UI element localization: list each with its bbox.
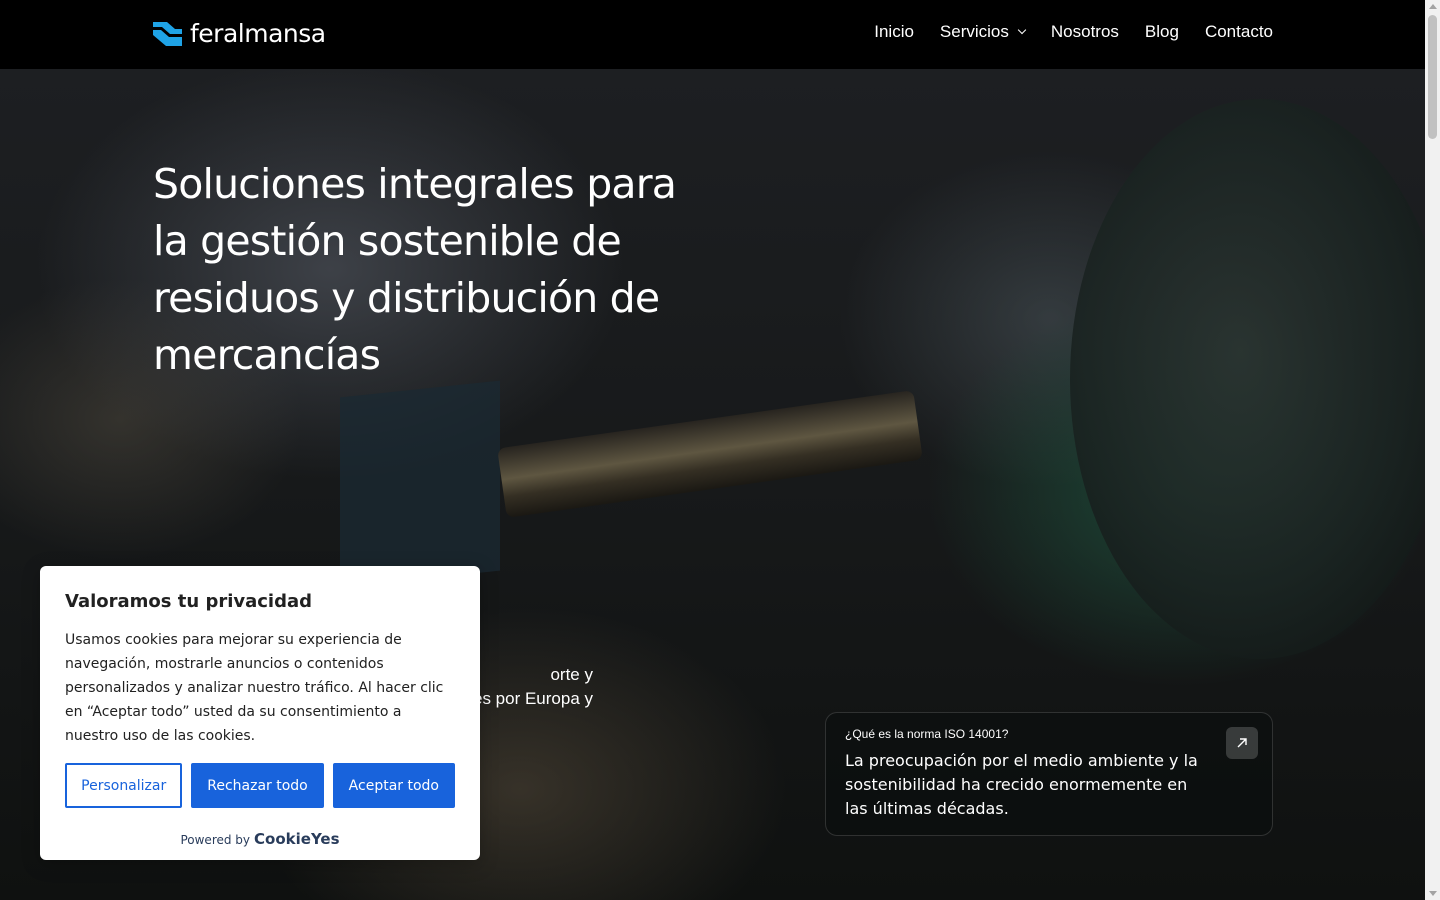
- page-scrollbar[interactable]: [1425, 0, 1440, 900]
- chevron-down-icon: [1017, 25, 1027, 35]
- info-card-kicker: ¿Qué es la norma ISO 14001?: [845, 727, 1009, 741]
- arrow-up-right-icon[interactable]: [1226, 727, 1258, 759]
- nav-item-blog[interactable]: Blog: [1145, 22, 1179, 42]
- nav-item-servicios[interactable]: Servicios: [939, 22, 1027, 42]
- customize-button[interactable]: Personalizar: [65, 763, 183, 808]
- scroll-down-icon[interactable]: [1429, 891, 1437, 896]
- accept-all-button[interactable]: Aceptar todo: [332, 763, 455, 808]
- hero-headline: Soluciones integrales para la gestión so…: [153, 160, 677, 379]
- scrollbar-thumb[interactable]: [1428, 15, 1437, 139]
- cookie-title: Valoramos tu privacidad: [65, 591, 313, 612]
- powered-by-label: Powered by: [180, 833, 251, 847]
- nav-item-nosotros[interactable]: Nosotros: [1051, 22, 1119, 42]
- nav-item-inicio[interactable]: Inicio: [874, 22, 914, 42]
- logo-mark-icon: [153, 22, 182, 46]
- logo-text: feralmansa: [190, 19, 326, 48]
- powered-by: Powered by CookieYes: [65, 830, 455, 848]
- cookie-description: Usamos cookies para mejorar su experienc…: [65, 632, 444, 744]
- iso-info-card[interactable]: ¿Qué es la norma ISO 14001? La preocupac…: [825, 712, 1273, 836]
- hero-image-shaft: [497, 390, 923, 518]
- reject-all-button[interactable]: Rechazar todo: [191, 763, 324, 808]
- site-header: feralmansa Inicio Servicios Nosotros Blo…: [0, 0, 1425, 69]
- cookieyes-logo[interactable]: CookieYes: [254, 830, 340, 848]
- main-nav: Inicio Servicios Nosotros Blog Contacto: [874, 22, 1273, 42]
- site-logo[interactable]: feralmansa: [153, 21, 326, 47]
- nav-item-contacto[interactable]: Contacto: [1205, 22, 1273, 42]
- hero-image-wheel: [1070, 99, 1425, 659]
- cookie-consent-banner: Valoramos tu privacidad Usamos cookies p…: [40, 566, 480, 860]
- cookie-actions: Personalizar Rechazar todo Aceptar todo: [65, 763, 455, 808]
- scroll-up-icon[interactable]: [1429, 4, 1437, 9]
- hero-image-block: [340, 380, 500, 588]
- nav-item-label: Servicios: [939, 22, 1009, 41]
- info-card-text: La preocupación por el medio ambiente y …: [845, 751, 1198, 818]
